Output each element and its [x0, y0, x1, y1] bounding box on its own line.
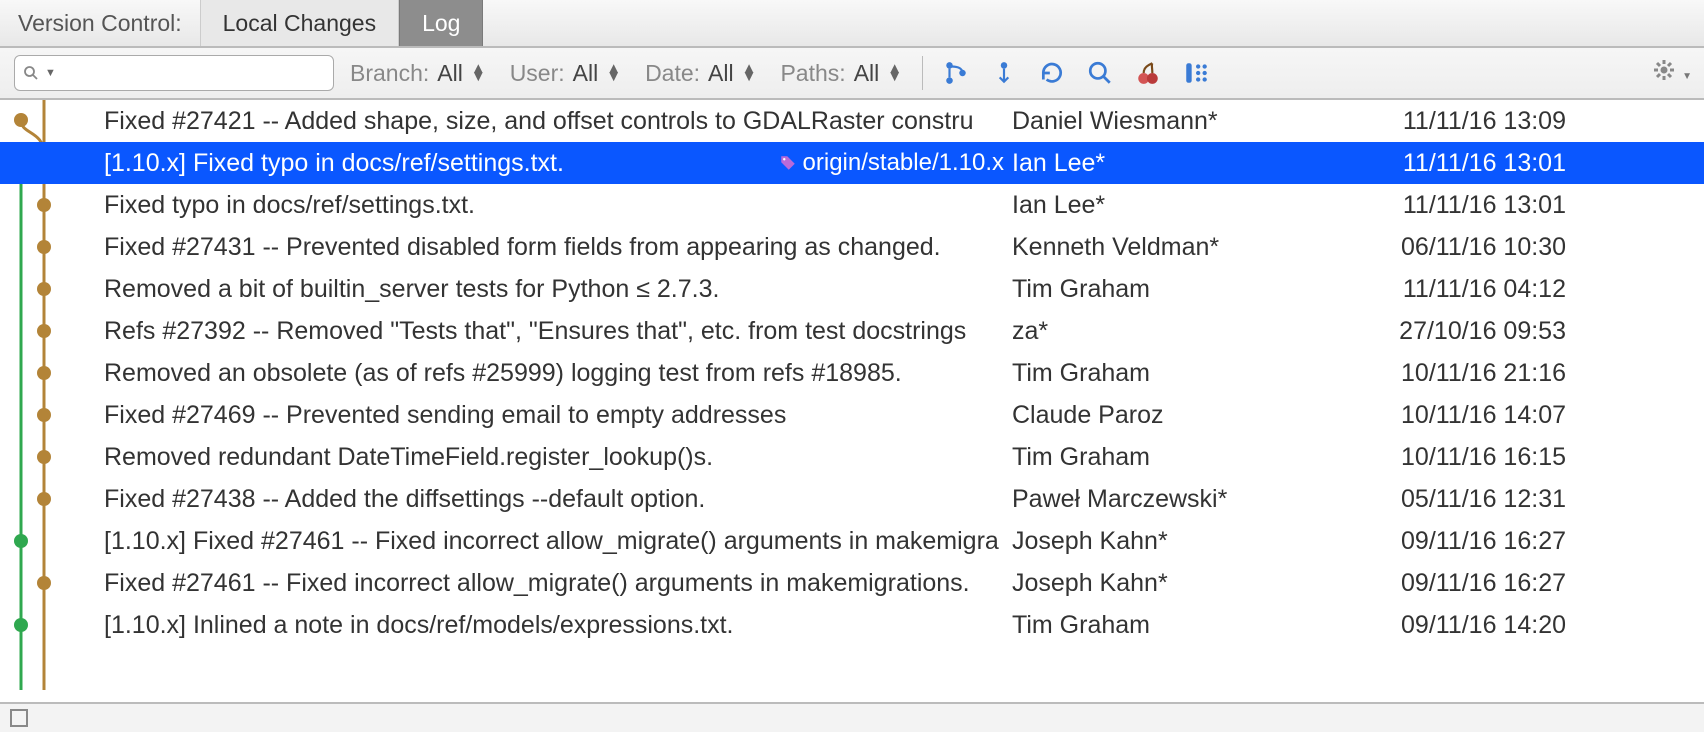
commit-date: 10/11/16 16:15	[1370, 443, 1584, 472]
commit-message: Removed an obsolete (as of refs #25999) …	[104, 359, 1012, 388]
sort-icon: ▲▼	[471, 65, 486, 81]
commit-row[interactable]: [1.10.x] Inlined a note in docs/ref/mode…	[0, 604, 1704, 646]
commit-message: Fixed #27461 -- Fixed incorrect allow_mi…	[104, 569, 1012, 598]
commit-date: 11/11/16 04:12	[1370, 275, 1584, 304]
goto-icon[interactable]	[1087, 60, 1113, 86]
commit-message: Fixed #27431 -- Prevented disabled form …	[104, 233, 1012, 262]
graph-cell	[0, 478, 104, 520]
graph-cell	[0, 436, 104, 478]
graph-cell	[0, 604, 104, 646]
graph-cell	[0, 100, 104, 142]
graph-cell	[0, 310, 104, 352]
graph-cell	[0, 520, 104, 562]
filter-branch[interactable]: Branch: All ▲▼	[350, 60, 486, 87]
commit-row[interactable]: Removed redundant DateTimeField.register…	[0, 436, 1704, 478]
filter-date[interactable]: Date: All ▲▼	[645, 60, 756, 87]
branch-tag: origin/stable/1.10.x	[779, 149, 1004, 177]
commit-row[interactable]: Removed an obsolete (as of refs #25999) …	[0, 352, 1704, 394]
commit-list[interactable]: Fixed #27421 -- Added shape, size, and o…	[0, 100, 1704, 702]
commit-author: Paweł Marczewski*	[1012, 485, 1370, 514]
collapse-icon[interactable]	[991, 60, 1017, 86]
commit-message: Removed redundant DateTimeField.register…	[104, 443, 1012, 472]
frame-icon[interactable]	[10, 709, 28, 727]
commit-message: Refs #27392 -- Removed "Tests that", "En…	[104, 317, 1012, 346]
commit-row[interactable]: Fixed #27438 -- Added the diffsettings -…	[0, 478, 1704, 520]
commit-row[interactable]: Removed a bit of builtin_server tests fo…	[0, 268, 1704, 310]
commit-date: 11/11/16 13:01	[1370, 191, 1584, 220]
highlight-icon[interactable]	[1183, 60, 1209, 86]
commit-message: [1.10.x] Fixed #27461 -- Fixed incorrect…	[104, 527, 1012, 556]
search-icon	[23, 60, 39, 87]
commit-message: Removed a bit of builtin_server tests fo…	[104, 275, 1012, 304]
panel-title: Version Control:	[0, 0, 200, 46]
commit-author: za*	[1012, 317, 1370, 346]
cherry-pick-icon[interactable]	[1135, 60, 1161, 86]
commit-date: 05/11/16 12:31	[1370, 485, 1584, 514]
log-filter-toolbar: ▼ Branch: All ▲▼ User: All ▲▼ Date: All …	[0, 48, 1704, 100]
commit-message: [1.10.x] Fixed typo in docs/ref/settings…	[104, 149, 1012, 178]
commit-date: 27/10/16 09:53	[1370, 317, 1584, 346]
graph-cell	[0, 394, 104, 436]
commit-row[interactable]: Fixed #27421 -- Added shape, size, and o…	[0, 100, 1704, 142]
commit-message: [1.10.x] Inlined a note in docs/ref/mode…	[104, 611, 1012, 640]
chevron-down-icon[interactable]: ▼	[45, 67, 56, 79]
sort-icon: ▲▼	[887, 65, 902, 81]
toolbar-icons	[943, 60, 1209, 86]
commit-author: Tim Graham	[1012, 275, 1370, 304]
filter-user[interactable]: User: All ▲▼	[510, 60, 621, 87]
commit-row[interactable]: Refs #27392 -- Removed "Tests that", "En…	[0, 310, 1704, 352]
graph-cell	[0, 268, 104, 310]
commit-author: Tim Graham	[1012, 359, 1370, 388]
commit-author: Joseph Kahn*	[1012, 569, 1370, 598]
commit-date: 11/11/16 13:01	[1370, 149, 1584, 178]
commit-message: Fixed #27421 -- Added shape, size, and o…	[104, 107, 1012, 136]
sort-icon: ▲▼	[606, 65, 621, 81]
commit-date: 10/11/16 14:07	[1370, 401, 1584, 430]
tab-log[interactable]: Log	[399, 0, 483, 46]
commit-date: 10/11/16 21:16	[1370, 359, 1584, 388]
search-input[interactable]	[62, 61, 333, 85]
commit-date: 09/11/16 16:27	[1370, 569, 1584, 598]
commit-author: Claude Paroz	[1012, 401, 1370, 430]
graph-cell	[0, 142, 104, 184]
commit-message: Fixed #27469 -- Prevented sending email …	[104, 401, 1012, 430]
filter-dropdowns: Branch: All ▲▼ User: All ▲▼ Date: All ▲▼…	[350, 60, 902, 87]
commit-author: Ian Lee*	[1012, 149, 1370, 178]
commit-date: 11/11/16 13:09	[1370, 107, 1584, 136]
commit-row[interactable]: Fixed typo in docs/ref/settings.txt.Ian …	[0, 184, 1704, 226]
status-bar	[0, 702, 1704, 732]
commit-row[interactable]: Fixed #27469 -- Prevented sending email …	[0, 394, 1704, 436]
graph-cell	[0, 562, 104, 604]
commit-message: Fixed #27438 -- Added the diffsettings -…	[104, 485, 1012, 514]
commit-author: Tim Graham	[1012, 443, 1370, 472]
log-search[interactable]: ▼	[14, 55, 334, 91]
commit-date: 09/11/16 14:20	[1370, 611, 1584, 640]
intellisort-icon[interactable]	[943, 60, 969, 86]
commit-message: Fixed typo in docs/ref/settings.txt.	[104, 191, 1012, 220]
graph-cell	[0, 352, 104, 394]
version-control-tabs: Version Control: Local Changes Log	[0, 0, 1704, 48]
commit-row[interactable]: [1.10.x] Fixed typo in docs/ref/settings…	[0, 142, 1704, 184]
graph-cell	[0, 226, 104, 268]
filter-paths[interactable]: Paths: All ▲▼	[780, 60, 902, 87]
divider	[922, 56, 923, 90]
commit-author: Joseph Kahn*	[1012, 527, 1370, 556]
commit-author: Kenneth Veldman*	[1012, 233, 1370, 262]
commit-date: 09/11/16 16:27	[1370, 527, 1584, 556]
commit-row[interactable]: Fixed #27431 -- Prevented disabled form …	[0, 226, 1704, 268]
refresh-icon[interactable]	[1039, 60, 1065, 86]
commit-author: Daniel Wiesmann*	[1012, 107, 1370, 136]
sort-icon: ▲▼	[742, 65, 757, 81]
graph-cell	[0, 184, 104, 226]
tab-local-changes[interactable]: Local Changes	[200, 0, 399, 46]
commit-date: 06/11/16 10:30	[1370, 233, 1584, 262]
commit-row[interactable]: Fixed #27461 -- Fixed incorrect allow_mi…	[0, 562, 1704, 604]
commit-row[interactable]: [1.10.x] Fixed #27461 -- Fixed incorrect…	[0, 520, 1704, 562]
gear-icon[interactable]: ▼	[1652, 58, 1692, 88]
commit-author: Tim Graham	[1012, 611, 1370, 640]
commit-author: Ian Lee*	[1012, 191, 1370, 220]
